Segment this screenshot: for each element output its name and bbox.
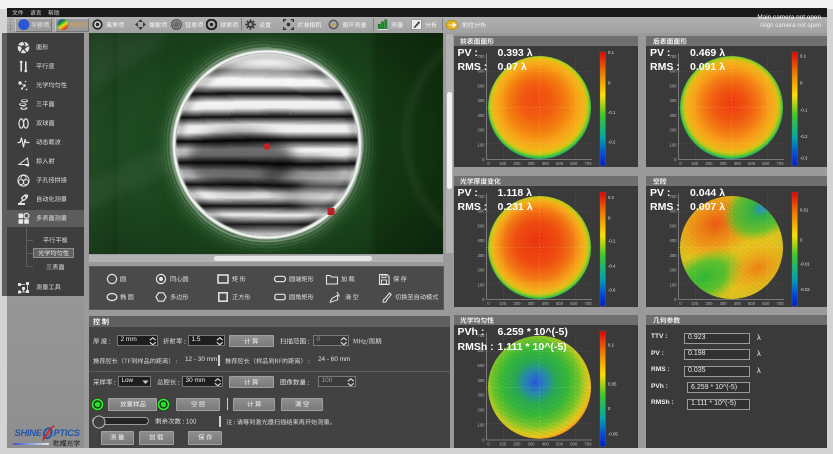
svg-text:0: 0 xyxy=(487,442,490,447)
svg-text:0: 0 xyxy=(674,157,677,162)
svg-text:0: 0 xyxy=(679,301,682,306)
svg-text:400: 400 xyxy=(477,238,485,243)
svg-text:400: 400 xyxy=(541,442,549,447)
svg-text:-0.2: -0.2 xyxy=(800,133,808,138)
svg-text:500: 500 xyxy=(556,301,564,306)
svg-text:100: 100 xyxy=(477,282,485,287)
svg-text:0: 0 xyxy=(482,157,485,162)
svg-text:100: 100 xyxy=(499,161,507,166)
svg-text:0.1: 0.1 xyxy=(608,49,615,54)
svg-text:0: 0 xyxy=(482,438,485,443)
svg-text:400: 400 xyxy=(734,161,742,166)
svg-text:-0.2: -0.2 xyxy=(608,139,616,144)
svg-text:-0.1: -0.1 xyxy=(608,109,616,114)
svg-text:100: 100 xyxy=(499,301,507,306)
svg-text:200: 200 xyxy=(705,301,713,306)
svg-text:0: 0 xyxy=(487,301,490,306)
svg-text:600: 600 xyxy=(762,301,770,306)
svg-text:300: 300 xyxy=(527,442,535,447)
svg-text:100: 100 xyxy=(691,161,699,166)
svg-text:0.2: 0.2 xyxy=(608,195,615,200)
svg-text:200: 200 xyxy=(670,267,678,272)
svg-text:-0.3: -0.3 xyxy=(800,155,808,160)
svg-text:0: 0 xyxy=(482,297,485,302)
svg-text:-0.6: -0.6 xyxy=(608,287,616,292)
svg-text:0: 0 xyxy=(608,80,611,85)
svg-text:0: 0 xyxy=(487,161,490,166)
svg-text:200: 200 xyxy=(513,301,521,306)
svg-text:300: 300 xyxy=(477,252,485,257)
svg-text:0: 0 xyxy=(608,215,611,220)
svg-text:100: 100 xyxy=(477,142,485,147)
svg-text:200: 200 xyxy=(477,127,485,132)
svg-text:700: 700 xyxy=(477,194,485,199)
svg-text:600: 600 xyxy=(570,161,578,166)
svg-text:500: 500 xyxy=(670,223,678,228)
svg-text:400: 400 xyxy=(670,98,678,103)
svg-text:-0.2: -0.2 xyxy=(608,238,616,243)
svg-text:200: 200 xyxy=(513,161,521,166)
svg-text:500: 500 xyxy=(556,442,564,447)
svg-text:500: 500 xyxy=(477,223,485,228)
svg-text:300: 300 xyxy=(670,252,678,257)
svg-text:300: 300 xyxy=(720,161,728,166)
svg-text:500: 500 xyxy=(556,161,564,166)
svg-text:700: 700 xyxy=(777,161,785,166)
svg-text:700: 700 xyxy=(777,301,785,306)
svg-text:100: 100 xyxy=(477,423,485,428)
svg-text:0.1: 0.1 xyxy=(608,342,615,347)
svg-text:0: 0 xyxy=(800,237,803,242)
svg-text:600: 600 xyxy=(570,301,578,306)
svg-text:-0.02: -0.02 xyxy=(800,286,810,291)
svg-text:100: 100 xyxy=(691,301,699,306)
svg-text:700: 700 xyxy=(477,54,485,59)
svg-text:600: 600 xyxy=(762,161,770,166)
svg-text:0.05: 0.05 xyxy=(608,382,617,387)
svg-text:200: 200 xyxy=(477,267,485,272)
svg-text:300: 300 xyxy=(477,393,485,398)
svg-text:300: 300 xyxy=(670,112,678,117)
svg-text:400: 400 xyxy=(477,378,485,383)
svg-text:0: 0 xyxy=(800,80,803,85)
svg-text:-0.1: -0.1 xyxy=(800,107,808,112)
svg-text:100: 100 xyxy=(499,442,507,447)
svg-text:700: 700 xyxy=(584,442,592,447)
svg-text:0: 0 xyxy=(608,406,611,411)
svg-text:500: 500 xyxy=(670,83,678,88)
svg-text:200: 200 xyxy=(477,408,485,413)
svg-text:100: 100 xyxy=(670,142,678,147)
svg-text:700: 700 xyxy=(584,161,592,166)
svg-text:400: 400 xyxy=(477,98,485,103)
svg-text:400: 400 xyxy=(541,161,549,166)
svg-text:300: 300 xyxy=(527,301,535,306)
svg-text:0: 0 xyxy=(674,297,677,302)
svg-text:0: 0 xyxy=(679,161,682,166)
svg-text:700: 700 xyxy=(670,194,678,199)
svg-text:300: 300 xyxy=(527,161,535,166)
svg-text:-0.4: -0.4 xyxy=(608,263,616,268)
svg-text:500: 500 xyxy=(748,161,756,166)
svg-text:400: 400 xyxy=(734,301,742,306)
svg-text:500: 500 xyxy=(748,301,756,306)
svg-text:300: 300 xyxy=(477,112,485,117)
svg-text:500: 500 xyxy=(477,363,485,368)
svg-text:300: 300 xyxy=(720,301,728,306)
svg-text:400: 400 xyxy=(670,238,678,243)
svg-text:500: 500 xyxy=(477,83,485,88)
svg-text:400: 400 xyxy=(541,301,549,306)
svg-text:-0.05: -0.05 xyxy=(608,431,618,436)
svg-text:100: 100 xyxy=(670,282,678,287)
svg-text:0.01: 0.01 xyxy=(800,207,809,212)
svg-text:700: 700 xyxy=(584,301,592,306)
svg-text:200: 200 xyxy=(670,127,678,132)
svg-text:600: 600 xyxy=(570,442,578,447)
svg-text:0.1: 0.1 xyxy=(800,53,807,58)
svg-text:-0.01: -0.01 xyxy=(800,261,810,266)
svg-text:200: 200 xyxy=(705,161,713,166)
svg-text:200: 200 xyxy=(513,442,521,447)
svg-text:700: 700 xyxy=(670,54,678,59)
